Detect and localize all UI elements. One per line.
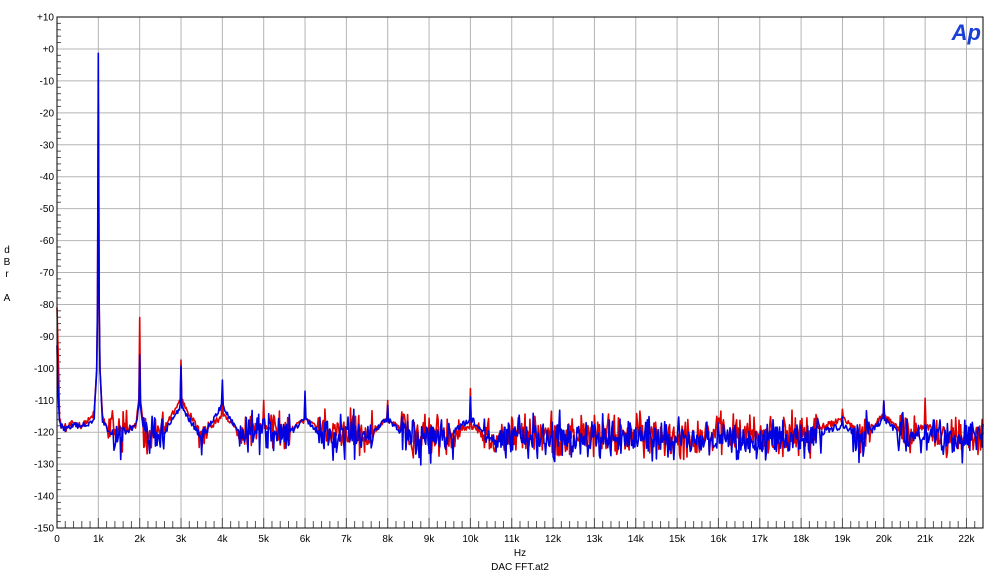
y-tick-label: +10 (37, 13, 54, 24)
y-tick-label: -40 (40, 172, 55, 183)
y-tick-label: -130 (34, 460, 54, 471)
x-tick-label: 11k (504, 534, 520, 545)
x-tick-label: 2k (134, 534, 146, 545)
y-axis-label-char: d (4, 245, 10, 256)
y-axis-label-char: A (4, 293, 11, 304)
x-tick-label: 12k (545, 534, 562, 545)
x-tick-label: 8k (382, 534, 394, 545)
y-tick-label: -120 (34, 428, 54, 439)
y-tick-label: -80 (40, 300, 55, 311)
y-tick-label: -140 (34, 492, 54, 503)
ap-logo: Ap (951, 20, 981, 45)
x-tick-label: 16k (710, 534, 727, 545)
x-tick-label: 19k (834, 534, 851, 545)
x-axis-label: Hz (514, 548, 526, 559)
fft-chart: +10 +0 -10 -20 -30 -40 -50 -60 -70 -80 -90 -100 -110… (0, 0, 1000, 577)
x-tick-label: 15k (669, 534, 686, 545)
y-axis-label-char: B (4, 257, 11, 268)
x-tick-label: 10k (462, 534, 479, 545)
x-tick-label: 22k (958, 534, 975, 545)
x-tick-label: 4k (217, 534, 229, 545)
y-tick-label: -90 (40, 332, 55, 343)
y-tick-label: -70 (40, 268, 55, 279)
ap-logo-text: Ap (951, 20, 981, 45)
x-tick-label: 17k (752, 534, 769, 545)
x-tick-label: 20k (876, 534, 893, 545)
x-tick-label: 3k (176, 534, 188, 545)
y-tick-label: -150 (34, 524, 54, 535)
x-tick-label: 9k (424, 534, 436, 545)
x-tick-label: 0 (54, 534, 60, 545)
chart-background (0, 0, 1000, 577)
y-tick-label: -20 (40, 108, 55, 119)
y-tick-label: -30 (40, 140, 55, 151)
x-tick-label: 1k (93, 534, 105, 545)
x-tick-label: 6k (300, 534, 312, 545)
x-tick-label: 7k (341, 534, 353, 545)
x-tick-label: 5k (258, 534, 270, 545)
y-tick-label: -100 (34, 364, 54, 375)
x-tick-label: 21k (917, 534, 934, 545)
y-tick-label: +0 (43, 44, 55, 55)
y-tick-label: -10 (40, 76, 55, 87)
y-tick-label: -110 (35, 396, 55, 407)
file-name-label: DAC FFT.at2 (491, 562, 549, 573)
y-tick-label: -50 (40, 204, 55, 215)
x-tick-label: 14k (628, 534, 645, 545)
y-tick-label: -60 (40, 236, 55, 247)
x-tick-label: 13k (586, 534, 603, 545)
x-tick-label: 18k (793, 534, 810, 545)
